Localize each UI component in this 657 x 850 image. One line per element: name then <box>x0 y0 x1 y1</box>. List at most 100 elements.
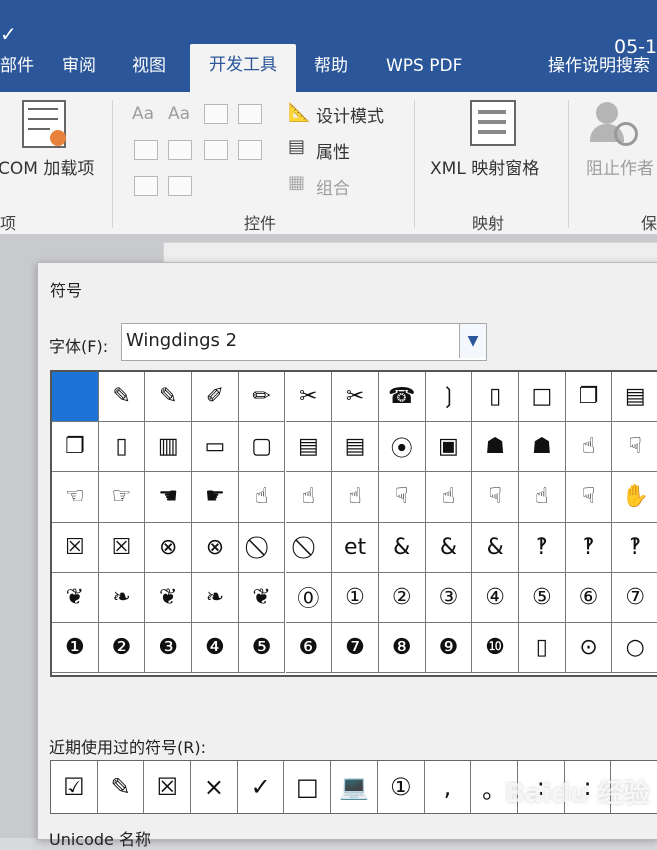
symbol-cell[interactable]: ❿ <box>472 623 519 674</box>
symbol-cell[interactable]: ⓪ <box>285 572 333 623</box>
symbol-cell[interactable]: ☝ <box>332 472 379 523</box>
symbol-cell[interactable]: ✂ <box>285 372 333 423</box>
symbol-cell[interactable]: ✏ <box>238 372 286 423</box>
symbol-cell[interactable]: ❧ <box>192 572 239 623</box>
properties-button[interactable]: ▤ 属性 <box>286 136 386 163</box>
symbol-cell[interactable]: ‽ <box>519 522 566 573</box>
symbol-cell[interactable]: ⊗ <box>145 522 193 573</box>
checkbox-control-icon[interactable] <box>134 140 158 160</box>
recent-symbol-cell[interactable]: ☒ <box>144 761 192 813</box>
symbol-cell[interactable]: ④ <box>472 572 519 623</box>
symbol-cell[interactable]: ▤ <box>285 422 333 473</box>
symbol-cell[interactable]: ❷ <box>98 623 146 674</box>
symbol-cell[interactable]: ❹ <box>192 623 239 674</box>
symbol-cell[interactable]: ❺ <box>238 623 286 674</box>
symbol-cell[interactable]: ⃠ <box>285 522 333 573</box>
symbol-cell[interactable]: ☗ <box>519 422 566 473</box>
symbol-cell[interactable]: ☒ <box>98 522 146 573</box>
symbol-cell[interactable]: ❾ <box>425 623 473 674</box>
symbol-cell[interactable]: ✐ <box>192 372 239 423</box>
symbol-cell[interactable]: ☝ <box>565 422 613 473</box>
recent-symbol-cell[interactable]: , <box>425 761 472 813</box>
tab-4[interactable]: 帮助 <box>314 46 354 92</box>
symbol-cell[interactable]: ☝ <box>425 472 473 523</box>
symbol-cell[interactable]: ❦ <box>145 572 193 623</box>
recent-symbol-cell[interactable]: ✓ <box>238 761 285 813</box>
symbol-cell[interactable]: ▢ <box>238 422 286 473</box>
symbol-cell[interactable]: ✂ <box>332 372 379 423</box>
symbol-cell[interactable]: ③ <box>425 572 473 623</box>
symbol-cell[interactable]: ‽ <box>565 522 613 573</box>
symbol-cell[interactable]: ❻ <box>285 623 333 674</box>
symbol-cell[interactable]: & <box>425 522 473 573</box>
combo-box-control-icon[interactable] <box>168 140 192 160</box>
design-mode-button[interactable]: 📐 设计模式 <box>286 100 406 127</box>
symbol-cell[interactable]: ① <box>332 572 379 623</box>
symbol-cell[interactable]: ❐ <box>565 372 613 423</box>
symbol-cell[interactable]: & <box>472 522 519 573</box>
symbol-cell[interactable]: ▥ <box>145 422 193 473</box>
symbol-cell[interactable]: ☝ <box>519 472 566 523</box>
symbol-cell[interactable]: ☗ <box>472 422 519 473</box>
repeating-section-icon[interactable] <box>134 176 158 196</box>
symbol-cell[interactable]: ❦ <box>238 572 286 623</box>
symbol-cell[interactable]: ❼ <box>332 623 379 674</box>
dropdown-control-icon[interactable] <box>204 140 228 160</box>
symbol-cell[interactable]: ▤ <box>612 372 657 423</box>
symbol-cell[interactable]: ⊗ <box>192 522 239 573</box>
symbol-cell[interactable]: ❐ <box>52 422 99 473</box>
block-authors-button[interactable]: 阻止作者 <box>580 96 657 196</box>
tab-0[interactable]: 部件 <box>0 46 40 92</box>
rich-text-control-icon[interactable]: Aa <box>132 104 154 124</box>
symbol-cell[interactable]: ⑥ <box>565 572 613 623</box>
symbol-cell[interactable]: ☛ <box>192 472 239 523</box>
symbol-cell[interactable]: ▤ <box>332 422 379 473</box>
plain-text-control-icon[interactable]: Aa <box>168 104 190 124</box>
symbol-cell[interactable]: ⑦ <box>612 573 657 623</box>
symbol-cell[interactable]: ☞ <box>98 472 146 523</box>
recent-symbol-cell[interactable]: ✎ <box>98 761 145 813</box>
date-picker-control-icon[interactable] <box>238 140 262 160</box>
legacy-tools-icon[interactable] <box>168 176 192 196</box>
symbol-cell[interactable]: ❸ <box>145 623 193 674</box>
group-button[interactable]: ▦ 组合 <box>286 172 386 199</box>
symbol-cell[interactable]: ☟ <box>565 472 613 523</box>
symbol-cell[interactable]: & <box>378 522 426 573</box>
symbol-cell[interactable]: ▯ <box>472 372 519 423</box>
building-block-control-icon[interactable] <box>238 104 262 124</box>
symbol-cell[interactable]: ☟ <box>612 422 657 473</box>
recent-symbol-cell[interactable]: ☑ <box>51 761 98 813</box>
symbol-cell[interactable]: ❳ <box>425 372 473 423</box>
chevron-down-icon[interactable]: ▼ <box>459 324 486 358</box>
symbol-cell[interactable]: ▯ <box>98 422 146 473</box>
symbol-cell[interactable]: ✎ <box>145 372 193 423</box>
symbol-cell[interactable]: ⊙ <box>565 623 613 674</box>
tab-2[interactable]: 视图 <box>132 46 172 92</box>
symbol-cell[interactable]: ☜ <box>52 472 99 523</box>
symbol-cell[interactable]: ☝ <box>285 472 333 523</box>
font-select[interactable]: Wingdings 2 ▼ <box>121 323 487 361</box>
symbol-cell[interactable]: ❦ <box>52 572 99 623</box>
symbol-cell[interactable]: ⦿ <box>378 422 426 473</box>
symbol-cell[interactable]: ✋ <box>612 472 657 523</box>
symbol-cell[interactable]: ▭ <box>192 422 239 473</box>
symbol-cell[interactable]: □ <box>519 372 566 423</box>
symbol-cell[interactable]: ▣ <box>425 422 473 473</box>
symbol-cell[interactable]: ☚ <box>145 472 193 523</box>
symbol-cell[interactable]: ▯ <box>519 623 566 674</box>
symbol-cell[interactable]: ☟ <box>472 472 519 523</box>
symbol-cell[interactable]: ☒ <box>52 522 99 573</box>
recent-symbol-cell[interactable]: × <box>191 761 238 813</box>
symbol-cell[interactable]: ❧ <box>98 572 146 623</box>
symbol-cell[interactable]: ❽ <box>378 623 426 674</box>
com-addins-button[interactable]: COM 加载项 <box>0 92 110 192</box>
recent-symbol-cell[interactable]: 💻 <box>331 761 378 813</box>
symbol-cell[interactable]: et <box>332 522 379 573</box>
symbol-cell[interactable]: ⑤ <box>519 572 566 623</box>
symbol-cell[interactable] <box>52 372 99 423</box>
symbol-cell[interactable]: ☟ <box>378 472 426 523</box>
symbol-cell[interactable]: ☎ <box>378 372 426 423</box>
symbol-cell[interactable]: ☝ <box>238 472 286 523</box>
recent-symbol-cell[interactable]: ① <box>378 761 425 813</box>
tab-3[interactable]: 开发工具 <box>190 44 296 92</box>
